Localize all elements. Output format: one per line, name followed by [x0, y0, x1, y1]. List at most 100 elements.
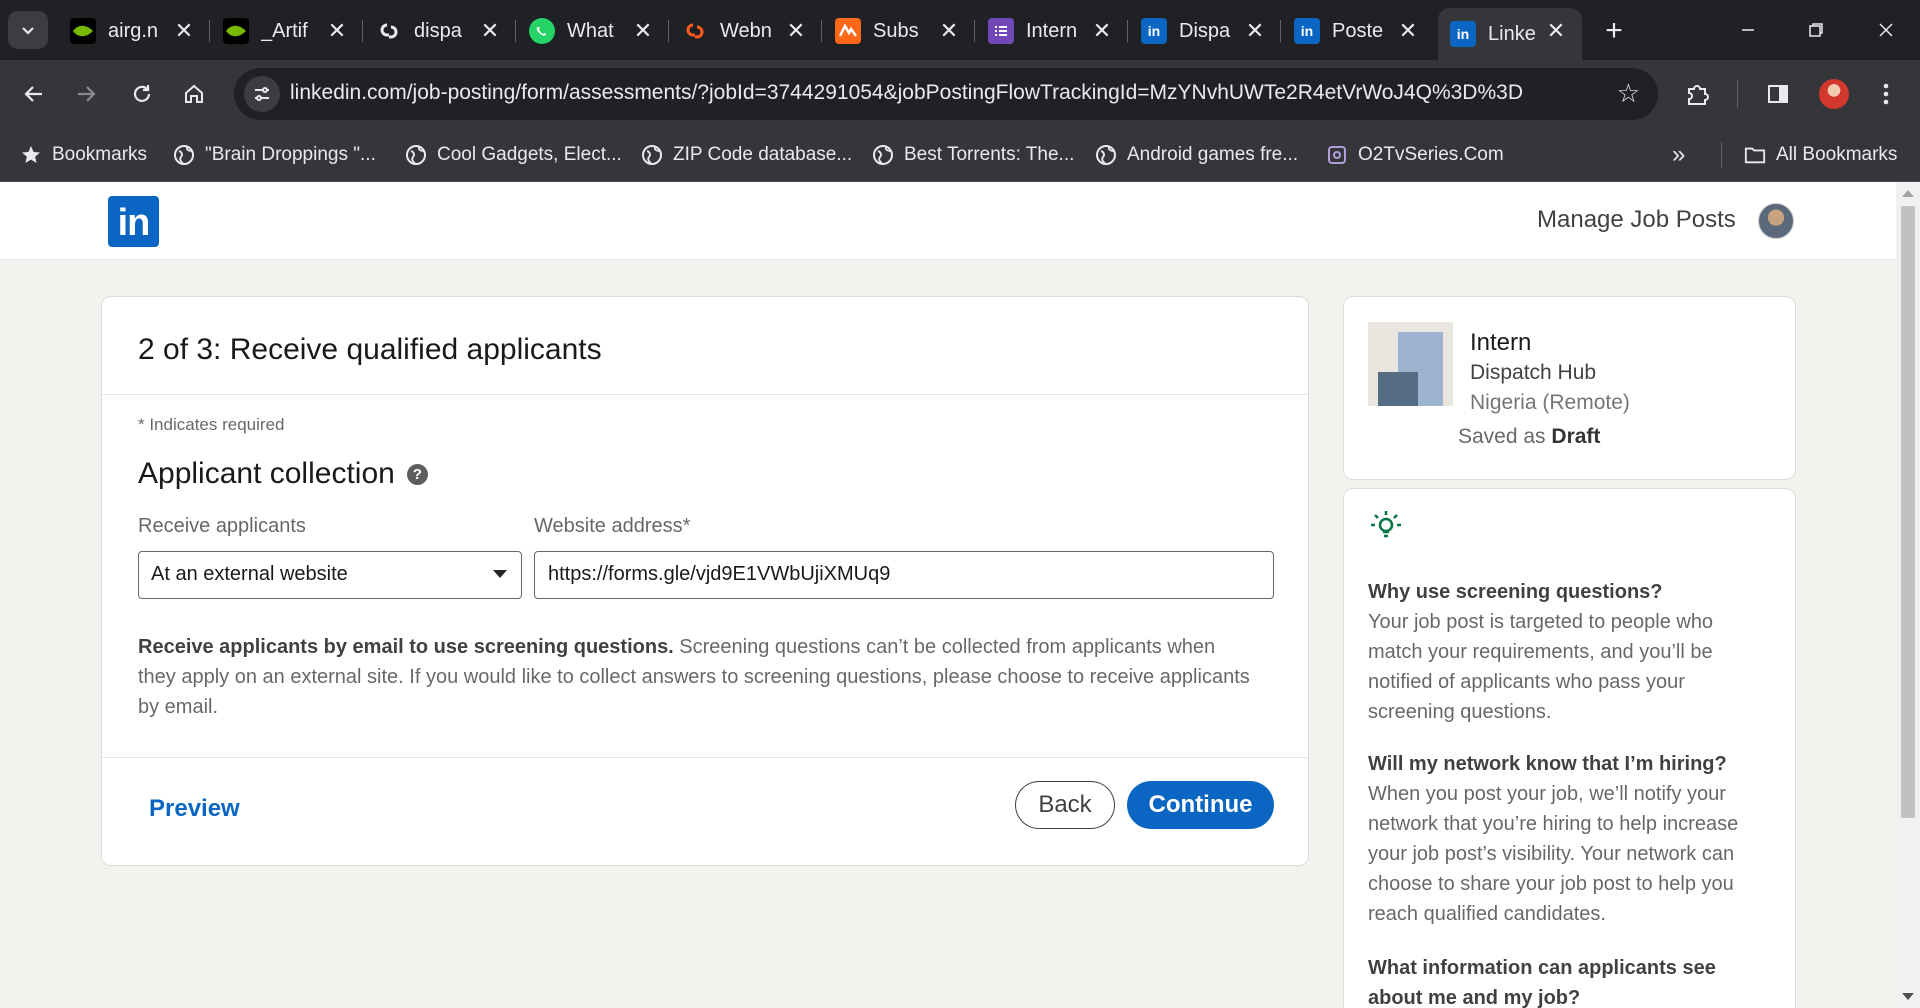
tab-airg[interactable]: airg.n ✕: [58, 8, 210, 54]
tab-whatsapp[interactable]: What ✕: [517, 8, 669, 54]
bookmark-android-games[interactable]: Android games fre...: [1095, 139, 1298, 171]
tab-search-button[interactable]: [8, 11, 48, 49]
tab-title: Dispa: [1179, 19, 1231, 42]
linkedin-icon: in: [1294, 18, 1320, 44]
arrow-left-icon: [24, 86, 42, 102]
globe-icon: [173, 144, 195, 166]
globe-icon: [641, 144, 663, 166]
browser-toolbar: linkedin.com/job-posting/form/assessment…: [0, 60, 1920, 128]
preview-button[interactable]: Preview: [149, 795, 240, 823]
profile-button[interactable]: [1814, 74, 1854, 114]
tab-title: Poste: [1332, 19, 1384, 42]
manage-job-posts-link[interactable]: Manage Job Posts: [1537, 206, 1736, 234]
close-icon[interactable]: ✕: [784, 16, 808, 46]
extensions-button[interactable]: [1678, 74, 1718, 114]
minimize-button[interactable]: [1724, 10, 1772, 50]
globe-icon: [872, 144, 894, 166]
receive-applicants-select[interactable]: At an external website: [138, 551, 522, 599]
reload-button[interactable]: [122, 74, 162, 114]
bookmarks-bar: Bookmarks "Brain Droppings "... Cool Gad…: [0, 128, 1920, 182]
back-button[interactable]: [14, 74, 54, 114]
close-icon[interactable]: ✕: [1544, 16, 1568, 46]
close-icon[interactable]: ✕: [1396, 16, 1420, 46]
reload-icon: [133, 85, 151, 102]
forward-button[interactable]: [66, 74, 106, 114]
bookmark-zip-code[interactable]: ZIP Code database...: [641, 139, 852, 171]
continue-button[interactable]: Continue: [1127, 781, 1274, 829]
whatsapp-icon: [529, 18, 555, 44]
window-close-button[interactable]: [1862, 10, 1910, 50]
puzzle-icon: [1688, 85, 1709, 105]
receive-applicants-label: Receive applicants: [138, 515, 306, 537]
tab-title: What: [567, 19, 614, 42]
linkedin-logo[interactable]: in: [108, 196, 159, 247]
side-panel-button[interactable]: [1758, 74, 1798, 114]
bookmark-best-torrents[interactable]: Best Torrents: The...: [872, 139, 1074, 171]
close-icon[interactable]: ✕: [1243, 16, 1267, 46]
tab-artif[interactable]: _Artif ✕: [211, 8, 363, 54]
link-icon: [682, 18, 708, 44]
scroll-thumb[interactable]: [1901, 206, 1915, 818]
bookmarks-overflow-button[interactable]: »: [1672, 139, 1685, 171]
restore-button[interactable]: [1792, 10, 1840, 50]
scroll-up-icon[interactable]: [1902, 190, 1914, 197]
side-panel-icon: [1768, 85, 1788, 103]
tab-dispa[interactable]: dispa ✕: [364, 8, 516, 54]
job-company: Dispatch Hub: [1470, 361, 1597, 384]
close-icon[interactable]: ✕: [937, 16, 961, 46]
close-icon[interactable]: ✕: [631, 16, 655, 46]
back-button[interactable]: Back: [1015, 781, 1115, 829]
bookmark-brain-droppings[interactable]: "Brain Droppings "...: [173, 139, 376, 171]
bookmark-bookmarks[interactable]: Bookmarks: [20, 139, 147, 171]
address-bar[interactable]: linkedin.com/job-posting/form/assessment…: [234, 68, 1658, 120]
bookmark-o2tvseries[interactable]: O2TvSeries.Com: [1326, 139, 1504, 171]
tip-network: Will my network know that I’m hiring? Wh…: [1368, 753, 1739, 925]
forms-icon: [988, 18, 1014, 44]
kebab-menu-icon: [1883, 83, 1889, 105]
nvidia-icon: [223, 18, 249, 44]
tab-dispa-linkedin[interactable]: in Dispa ✕: [1129, 8, 1281, 54]
job-summary-card: Intern Dispatch Hub Nigeria (Remote) Sav…: [1343, 296, 1796, 480]
close-icon[interactable]: ✕: [478, 16, 502, 46]
linkedin-icon: in: [1141, 18, 1167, 44]
scroll-down-icon[interactable]: [1902, 993, 1914, 1000]
avatar: [1819, 79, 1849, 109]
menu-button[interactable]: [1866, 74, 1906, 114]
tune-icon: [255, 87, 269, 101]
tab-title: Webn: [720, 19, 772, 42]
link-icon: [376, 18, 402, 44]
linkedin-icon: in: [1450, 21, 1476, 47]
tab-webn[interactable]: Webn ✕: [670, 8, 822, 54]
home-button[interactable]: [174, 74, 214, 114]
arrow-right-icon: [78, 86, 96, 102]
tab-intern[interactable]: Intern ✕: [976, 8, 1128, 54]
section-title: Applicant collection ?: [138, 457, 428, 491]
page-content: in Manage Job Posts 2 of 3: Receive qual…: [0, 182, 1896, 1008]
tip-screening: Why use screening questions? Your job po…: [1368, 581, 1714, 723]
url-text[interactable]: linkedin.com/job-posting/form/assessment…: [290, 81, 1523, 105]
website-address-input[interactable]: https://forms.gle/vjd9E1VWbUjiXMUq9: [534, 551, 1274, 599]
avatar[interactable]: [1758, 203, 1794, 239]
page-scrollbar[interactable]: [1896, 182, 1920, 1008]
star-icon[interactable]: ☆: [1617, 78, 1640, 109]
folder-icon: [1744, 144, 1766, 166]
close-icon: [1879, 23, 1893, 37]
new-tab-button[interactable]: +: [1596, 13, 1632, 49]
all-bookmarks-button[interactable]: All Bookmarks: [1744, 139, 1897, 171]
tab-subs[interactable]: Subs ✕: [823, 8, 975, 54]
tab-linkedin-active[interactable]: in Linke ✕: [1438, 8, 1582, 60]
tab-poste-linkedin[interactable]: in Poste ✕: [1282, 8, 1434, 54]
help-icon[interactable]: ?: [406, 463, 428, 485]
close-icon[interactable]: ✕: [325, 16, 349, 46]
close-icon[interactable]: ✕: [1090, 16, 1114, 46]
tab-title: _Artif: [261, 19, 308, 42]
home-icon: [185, 84, 203, 103]
close-icon[interactable]: ✕: [172, 16, 196, 46]
company-logo: [1368, 322, 1453, 406]
site-info-button[interactable]: [244, 76, 280, 112]
globe-icon: [1095, 144, 1117, 166]
tab-title: airg.n: [108, 19, 159, 42]
bookmark-cool-gadgets[interactable]: Cool Gadgets, Elect...: [405, 139, 622, 171]
job-location: Nigeria (Remote): [1470, 391, 1630, 414]
screening-info-text: Receive applicants by email to use scree…: [138, 636, 1250, 718]
